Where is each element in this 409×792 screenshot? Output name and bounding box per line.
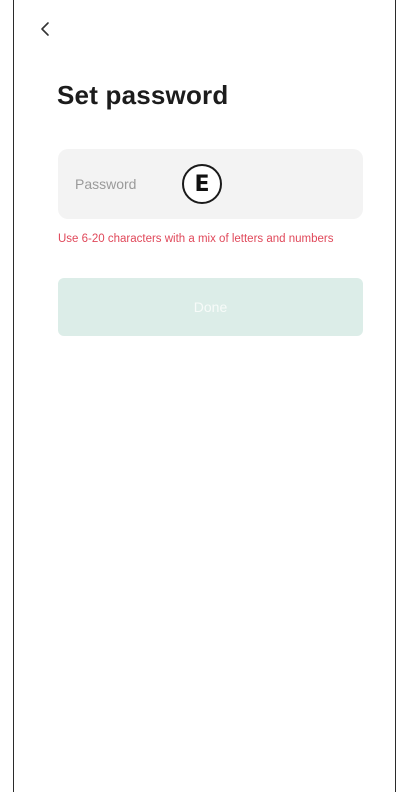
password-requirements-hint: Use 6-20 characters with a mix of letter… (58, 233, 334, 245)
back-button[interactable] (34, 18, 56, 40)
chevron-left-icon (41, 22, 49, 36)
annotation-marker-e: E (182, 164, 222, 204)
done-button[interactable]: Done (58, 278, 363, 336)
password-field[interactable]: E (58, 149, 363, 219)
page-title: Set password (57, 80, 229, 110)
phone-screen: Set password E Use 6-20 characters with … (13, 0, 396, 792)
password-input[interactable] (75, 176, 157, 192)
